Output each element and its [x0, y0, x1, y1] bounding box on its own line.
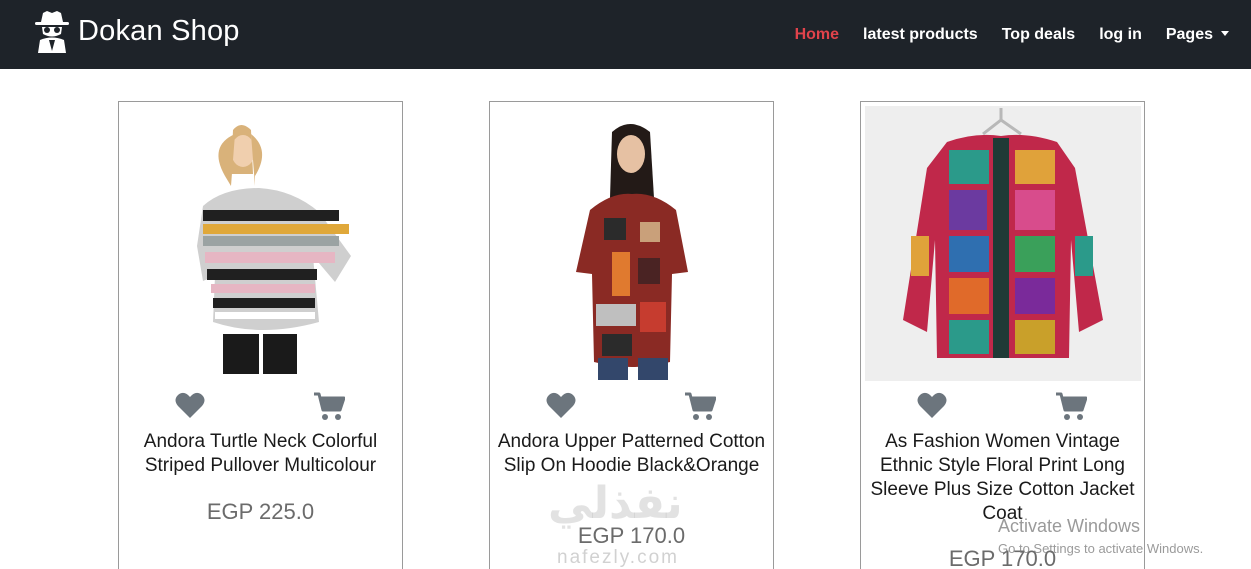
brand-name: Dokan Shop	[78, 14, 240, 47]
nav-log-in[interactable]: log in	[1099, 26, 1142, 44]
product-image-striped-pullover[interactable]	[123, 106, 399, 381]
main-nav: Home latest products Top deals log in Pa…	[771, 0, 1229, 69]
product-title[interactable]: As Fashion Women Vintage Ethnic Style Fl…	[867, 430, 1138, 526]
nav-latest-products[interactable]: latest products	[863, 26, 978, 44]
product-card[interactable]: Andora Upper Patterned Cotton Slip On Ho…	[489, 101, 774, 569]
heart-icon[interactable]	[546, 392, 576, 419]
product-title[interactable]: Andora Turtle Neck Colorful Striped Pull…	[125, 430, 396, 478]
heart-icon[interactable]	[917, 392, 947, 419]
heart-icon[interactable]	[175, 392, 205, 419]
product-card[interactable]: Andora Turtle Neck Colorful Striped Pull…	[118, 101, 403, 569]
product-image-patterned-hoodie[interactable]	[494, 106, 770, 381]
nav-pages-label: Pages	[1165, 25, 1213, 43]
card-actions	[861, 392, 1144, 422]
cart-icon[interactable]	[1055, 392, 1087, 421]
nav-top-deals[interactable]: Top deals	[1002, 26, 1076, 44]
product-price: EGP 170.0	[577, 523, 686, 548]
product-card[interactable]: As Fashion Women Vintage Ethnic Style Fl…	[860, 101, 1145, 569]
nav-pages-dropdown[interactable]: Pages	[1166, 26, 1229, 44]
product-price: EGP 225.0	[206, 499, 315, 524]
chevron-down-icon	[1221, 30, 1229, 36]
nav-home[interactable]: Home	[795, 26, 839, 44]
spy-icon	[35, 11, 69, 53]
brand-link[interactable]: Dokan Shop	[34, 9, 240, 53]
card-actions	[119, 392, 402, 422]
product-image-floral-jacket[interactable]	[865, 106, 1141, 381]
product-title[interactable]: Andora Upper Patterned Cotton Slip On Ho…	[496, 430, 767, 478]
top-navbar: Dokan Shop Home latest products Top deal…	[0, 0, 1251, 69]
product-price: EGP 170.0	[948, 546, 1057, 569]
cart-icon[interactable]	[684, 392, 716, 421]
card-actions	[490, 392, 773, 422]
cart-icon[interactable]	[313, 392, 345, 421]
